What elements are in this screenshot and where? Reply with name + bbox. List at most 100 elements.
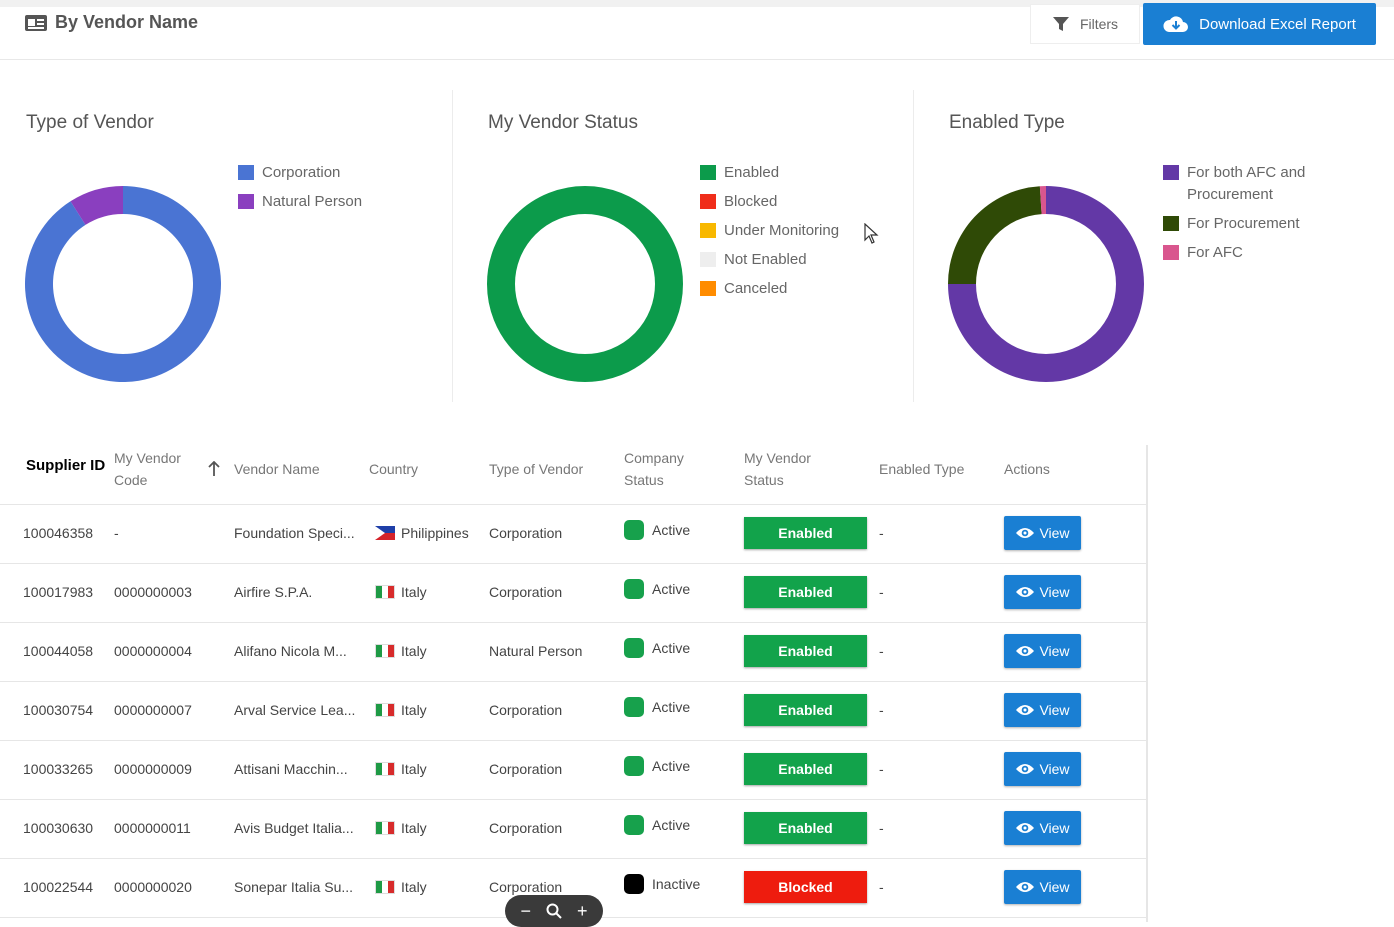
type-of-vendor-title: Type of Vendor	[26, 112, 154, 133]
vendor-name[interactable]: Foundation Speci...	[234, 525, 355, 541]
sort-ascending-icon[interactable]	[207, 461, 221, 477]
table-row[interactable]: 100030754 0000000007 Arval Service Lea... I…	[0, 682, 1146, 741]
view-button[interactable]: View	[1004, 811, 1081, 845]
country: Italy	[375, 820, 427, 836]
col-vendor-code[interactable]: My Vendor Code	[114, 447, 194, 491]
vendor-name[interactable]: Avis Budget Italia...	[234, 820, 354, 836]
legend-item-enabled[interactable]: Enabled	[700, 162, 839, 184]
legend-swatch	[700, 252, 716, 267]
company-status: Inactive	[624, 874, 700, 894]
enabled-type-legend: For both AFC and Procurement For Procure…	[1163, 162, 1333, 271]
country: Philippines	[375, 525, 469, 541]
view-button[interactable]: View	[1004, 752, 1081, 786]
eye-icon	[1016, 587, 1035, 597]
italy-flag-icon	[375, 644, 395, 658]
supplier-id: 100044058	[23, 643, 94, 659]
country-label: Italy	[401, 761, 427, 777]
legend-item-for-afc[interactable]: For AFC	[1163, 242, 1333, 264]
legend-swatch	[1163, 245, 1179, 260]
italy-flag-icon	[375, 762, 395, 776]
legend-item-for-both[interactable]: For both AFC and Procurement	[1163, 162, 1333, 206]
company-status: Active	[624, 520, 690, 540]
enabled-type: -	[879, 584, 884, 600]
vendor-status-badge[interactable]: Enabled	[744, 694, 867, 726]
enabled-type-donut[interactable]	[947, 185, 1145, 383]
country: Italy	[375, 879, 427, 895]
legend-swatch	[700, 223, 716, 238]
company-status-label: Active	[652, 640, 691, 656]
country-label: Italy	[401, 702, 427, 718]
view-button[interactable]: View	[1004, 693, 1081, 727]
col-enabled-type[interactable]: Enabled Type	[879, 458, 964, 480]
view-button[interactable]: View	[1004, 870, 1081, 904]
vendor-name[interactable]: Attisani Macchin...	[234, 761, 348, 777]
vendor-status-badge[interactable]: Enabled	[744, 753, 867, 785]
status-dot-icon	[624, 697, 644, 717]
supplier-id: 100030754	[23, 702, 94, 718]
col-my-vendor-status[interactable]: My Vendor Status	[744, 447, 824, 491]
col-company-status[interactable]: Company Status	[624, 447, 704, 491]
enabled-type: -	[879, 820, 884, 836]
supplier-id: 100046358	[23, 525, 94, 541]
eye-icon	[1016, 705, 1035, 715]
legend-label: Canceled	[724, 280, 788, 297]
vendor-code: 0000000007	[114, 702, 192, 718]
legend-item-blocked[interactable]: Blocked	[700, 191, 839, 213]
col-vendor-name[interactable]: Vendor Name	[234, 458, 320, 480]
filters-button[interactable]: Filters	[1030, 4, 1140, 44]
table-row[interactable]: 100017983 0000000003 Airfire S.P.A. Italy Co…	[0, 564, 1146, 623]
type-of-vendor: Corporation	[489, 820, 563, 836]
col-type-of-vendor[interactable]: Type of Vendor	[489, 458, 583, 480]
vendor-status-donut[interactable]	[486, 185, 684, 383]
page-header: By Vendor Name Filters Download Excel Re…	[0, 0, 1394, 60]
type-of-vendor-donut[interactable]	[24, 185, 222, 383]
download-excel-button[interactable]: Download Excel Report	[1143, 3, 1376, 45]
vendor-status-badge[interactable]: Enabled	[744, 576, 867, 608]
donut-slice-for-procurement[interactable]	[948, 186, 1042, 284]
vendor-name[interactable]: Alifano Nicola M...	[234, 643, 347, 659]
legend-item-canceled[interactable]: Canceled	[700, 278, 839, 300]
legend-item-not-enabled[interactable]: Not Enabled	[700, 249, 839, 271]
view-button[interactable]: View	[1004, 575, 1081, 609]
col-country[interactable]: Country	[369, 458, 418, 480]
vendor-status-badge[interactable]: Enabled	[744, 635, 867, 667]
company-status-label: Active	[652, 581, 691, 597]
page-title-group: By Vendor Name	[25, 12, 198, 33]
vendor-name[interactable]: Sonepar Italia Su...	[234, 879, 353, 895]
vendor-code: 0000000011	[114, 820, 191, 836]
italy-flag-icon	[375, 821, 395, 835]
donut-slice-corporation[interactable]	[24, 186, 221, 382]
vendor-status-title: My Vendor Status	[488, 112, 638, 133]
magnifier-icon[interactable]	[546, 903, 562, 919]
company-status: Active	[624, 638, 690, 658]
vendor-status-badge[interactable]: Enabled	[744, 517, 867, 549]
view-button[interactable]: View	[1004, 516, 1081, 550]
zoom-out-button[interactable]: −	[520, 901, 531, 922]
legend-swatch	[700, 281, 716, 296]
legend-item-for-procurement[interactable]: For Procurement	[1163, 213, 1333, 235]
type-of-vendor: Corporation	[489, 525, 563, 541]
status-dot-icon	[624, 638, 644, 658]
legend-item-natural-person[interactable]: Natural Person	[238, 191, 362, 213]
country-label: Italy	[401, 820, 427, 836]
donut-slice-enabled[interactable]	[487, 186, 683, 382]
legend-item-under-monitoring[interactable]: Under Monitoring	[700, 220, 839, 242]
vendor-status-badge[interactable]: Blocked	[744, 871, 867, 903]
table-row[interactable]: 100046358 - Foundation Speci... Philippines…	[0, 505, 1146, 564]
enabled-type: -	[879, 643, 884, 659]
table-row[interactable]: 100030630 0000000011 Avis Budget Italia...…	[0, 800, 1146, 859]
vendor-status-badge[interactable]: Enabled	[744, 812, 867, 844]
italy-flag-icon	[375, 703, 395, 717]
vendor-code: 0000000003	[114, 584, 192, 600]
view-button[interactable]: View	[1004, 634, 1081, 668]
mouse-cursor-icon	[864, 223, 879, 244]
legend-item-corporation[interactable]: Corporation	[238, 162, 362, 184]
zoom-in-button[interactable]: +	[577, 901, 588, 922]
col-supplier-id[interactable]: Supplier ID	[26, 457, 106, 475]
vendor-name[interactable]: Airfire S.P.A.	[234, 584, 312, 600]
table-row[interactable]: 100033265 0000000009 Attisani Macchin... It…	[0, 741, 1146, 800]
table-row[interactable]: 100044058 0000000004 Alifano Nicola M... It…	[0, 623, 1146, 682]
vendor-name[interactable]: Arval Service Lea...	[234, 702, 355, 718]
company-status-label: Active	[652, 758, 691, 774]
italy-flag-icon	[375, 585, 395, 599]
